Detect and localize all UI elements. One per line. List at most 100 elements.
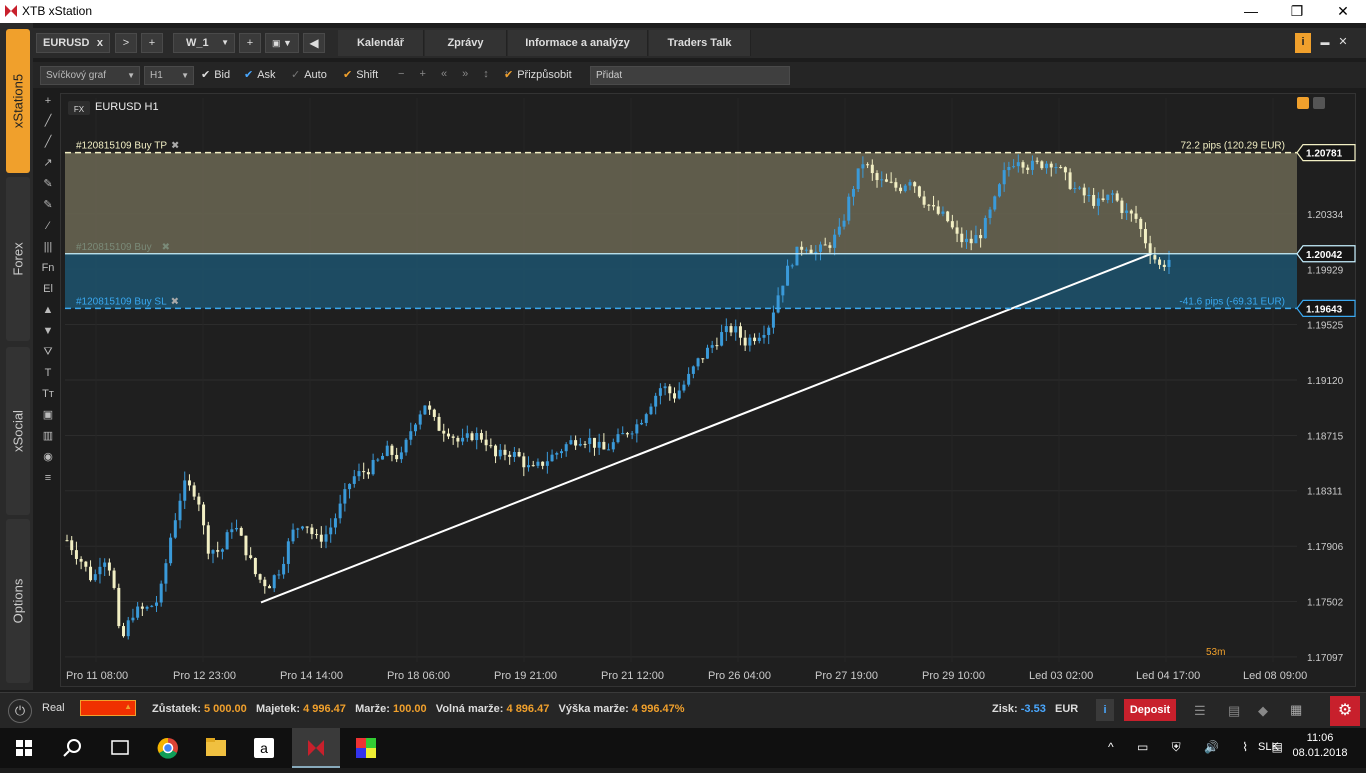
auto-checkbox[interactable]: ✓ Auto — [291, 68, 327, 81]
candle-body — [1167, 259, 1171, 267]
text-size-tool-icon[interactable]: Tт — [38, 385, 58, 403]
maximize-button[interactable]: ❐ — [1274, 0, 1320, 23]
tab-calendar[interactable]: Kalendář — [338, 30, 424, 56]
close-panel-icon[interactable]: ✕ — [1335, 33, 1351, 53]
shapes-tool-icon[interactable]: ⛛ — [38, 343, 58, 361]
xtb-taskbar-icon[interactable] — [292, 728, 340, 768]
templates-tool-icon[interactable]: ▣ — [38, 406, 58, 424]
brush-tool-icon[interactable]: ✎ — [38, 196, 58, 214]
fit-checkbox[interactable]: ✔ Přizpůsobit — [504, 68, 572, 81]
arrow-line-tool-icon[interactable]: ↗ — [38, 154, 58, 172]
pencil-tool-icon[interactable]: ✎ — [38, 175, 58, 193]
calendar-icon[interactable]: ▦ — [1290, 702, 1302, 718]
pitchfork-tool-icon[interactable]: ||| — [38, 238, 58, 256]
instrument-tab[interactable]: EURUSD x — [36, 33, 110, 53]
y-tick-label: 1.17502 — [1307, 597, 1344, 608]
sidebar-tab-forex[interactable]: Forex — [6, 177, 30, 341]
close-tab-icon[interactable]: x — [97, 34, 103, 52]
zoom-controls[interactable]: − + « » ↕ ↕ — [398, 68, 515, 80]
sidebar-tab-xsocial[interactable]: xSocial — [6, 347, 30, 515]
task-view-icon[interactable] — [96, 728, 144, 768]
tab-news[interactable]: Zprávy — [425, 30, 507, 56]
account-selector[interactable]: ▲ — [80, 700, 136, 716]
interval-select[interactable]: H1 ▼ — [144, 66, 194, 85]
shift-checkbox[interactable]: ✔ Shift — [343, 68, 378, 81]
ray-tool-icon[interactable]: ╱ — [38, 133, 58, 151]
chart-panel[interactable]: FX EURUSD H1 #120815109 Buy TP ✖ #120815… — [60, 93, 1356, 687]
amazon-icon[interactable]: a — [240, 728, 288, 768]
clock[interactable]: 11:06 08.01.2018 — [1288, 732, 1352, 759]
close-chart-icon[interactable] — [1313, 97, 1325, 109]
candle-body — [423, 405, 427, 415]
tag-icon[interactable]: ◆ — [1258, 703, 1268, 719]
remove-sl-icon[interactable]: ✖ — [171, 296, 179, 307]
back-arrow-icon[interactable]: ◀ — [303, 33, 325, 53]
remove-entry-icon[interactable]: ✖ — [162, 242, 170, 253]
candle-body — [564, 444, 568, 452]
file-explorer-icon[interactable] — [192, 728, 240, 768]
candle-body — [625, 433, 629, 435]
chart-type-select[interactable]: Svíčkový graf ▼ — [40, 66, 140, 85]
workspace-select[interactable]: W_1 ▼ — [173, 33, 235, 53]
candle-body — [715, 345, 719, 347]
chrome-icon[interactable] — [144, 728, 192, 768]
candle-body — [597, 441, 601, 448]
channel-tool-icon[interactable]: ⁄ — [38, 217, 58, 235]
price-chart[interactable]: FX EURUSD H1 #120815109 Buy TP ✖ #120815… — [61, 94, 1357, 688]
sidebar-tab-options[interactable]: Options — [6, 519, 30, 683]
layout-1-icon[interactable]: ☰ — [1194, 703, 1206, 719]
camera-icon[interactable]: ◉ — [38, 448, 58, 466]
candle-body — [1040, 161, 1044, 169]
settings-gear-icon[interactable]: ⚙ — [1330, 696, 1360, 726]
candle-body — [941, 211, 945, 214]
candle-body — [145, 606, 149, 609]
arrow-up-tool-icon[interactable]: ▲ — [38, 301, 58, 319]
add-workspace-button[interactable]: + — [239, 33, 261, 53]
arrow-down-tool-icon[interactable]: ▼ — [38, 322, 58, 340]
candle-body — [263, 579, 267, 587]
candle-body — [842, 220, 846, 227]
sidebar-tab-xstation5[interactable]: xStation5 — [6, 29, 30, 173]
paint-app-icon[interactable] — [342, 728, 390, 768]
info-icon[interactable]: i — [1295, 33, 1311, 53]
close-button[interactable]: ✕ — [1320, 0, 1366, 23]
fibonacci-tool-icon[interactable]: Fn — [38, 259, 58, 277]
tab-analysis[interactable]: Informace a analýzy — [508, 30, 648, 56]
candle-body — [607, 449, 611, 451]
x-tick-label: Pro 19 21:00 — [494, 670, 557, 682]
bid-checkbox[interactable]: ✔ Bid — [201, 68, 230, 81]
text-tool-icon[interactable]: T — [38, 364, 58, 382]
y-tick-label: 1.20334 — [1307, 210, 1344, 221]
y-tick-label: 1.17906 — [1307, 542, 1344, 553]
indicators-tool-icon[interactable]: ▥ — [38, 427, 58, 445]
candle-body — [531, 465, 535, 467]
candle-body — [804, 249, 808, 251]
next-tab-button[interactable]: > — [115, 33, 137, 53]
power-icon[interactable]: ⏻ — [8, 699, 32, 723]
search-icon[interactable] — [48, 728, 96, 768]
list-tool-icon[interactable]: ≡ — [38, 469, 58, 487]
trendline-tool-icon[interactable]: ╱ — [38, 112, 58, 130]
candle-body — [616, 434, 620, 443]
candle-body — [1092, 194, 1096, 206]
language-indicator[interactable]: SLK — [1258, 741, 1279, 753]
deposit-button[interactable]: Deposit — [1124, 699, 1176, 721]
layout-2-icon[interactable]: ▤ — [1228, 703, 1240, 719]
add-indicator-input[interactable]: Přidat — [590, 66, 790, 85]
info-icon[interactable]: i — [1096, 699, 1114, 721]
windows-start-icon[interactable] — [0, 728, 48, 768]
tab-traders-talk[interactable]: Traders Talk — [649, 30, 751, 56]
elliott-tool-icon[interactable]: El — [38, 280, 58, 298]
edit-chart-icon[interactable] — [1297, 97, 1309, 109]
add-tab-button[interactable]: + — [141, 33, 163, 53]
clock-date: 08.01.2018 — [1292, 747, 1348, 759]
candle-body — [762, 334, 766, 338]
candle-body — [140, 606, 144, 609]
crosshair-tool-icon[interactable]: + — [38, 92, 58, 110]
remove-tp-icon[interactable]: ✖ — [171, 141, 179, 152]
minimize-panel-icon[interactable]: ▬ — [1317, 33, 1333, 53]
ask-checkbox[interactable]: ✔ Ask — [244, 68, 276, 81]
minimize-button[interactable]: — — [1228, 0, 1274, 23]
profit-value: -3.53 — [1020, 703, 1046, 715]
layout-select-icon[interactable]: ▣ ▼ — [265, 33, 299, 53]
